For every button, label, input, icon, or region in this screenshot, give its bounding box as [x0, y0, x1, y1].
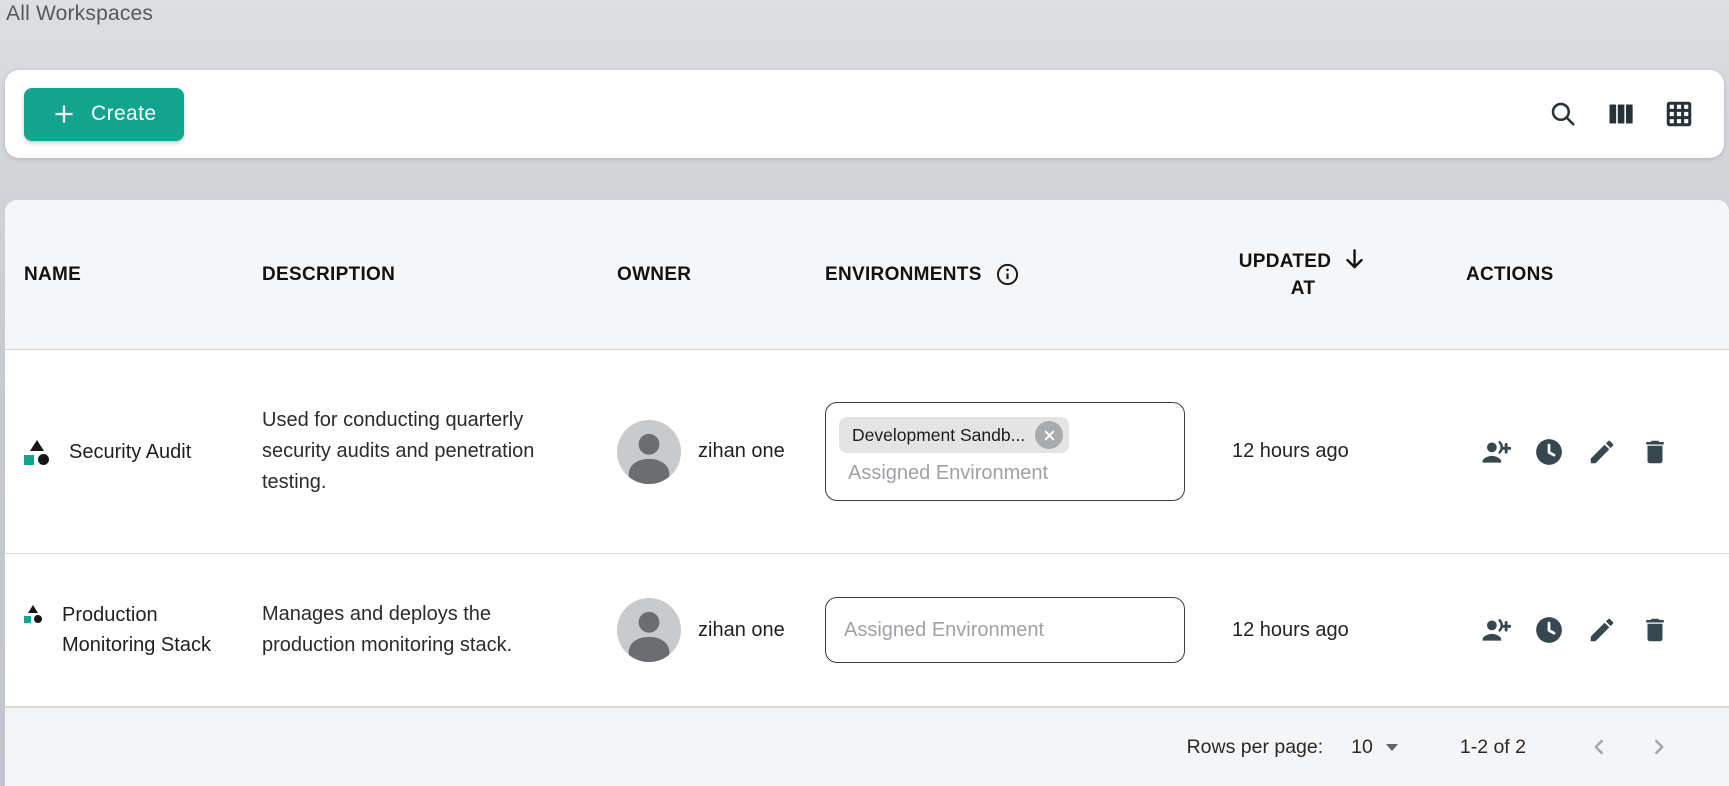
column-header-owner: OWNER [617, 264, 825, 286]
pagination-range-label: 1-2 of 2 [1460, 736, 1526, 759]
owner-cell: zihan one [617, 420, 825, 484]
environment-chip: Development Sandb... [839, 417, 1069, 453]
workspace-icon [24, 440, 49, 465]
rows-per-page-value: 10 [1351, 736, 1373, 759]
toolbar: Create [5, 70, 1724, 158]
owner-cell: zihan one [617, 598, 825, 662]
history-clock-icon[interactable] [1534, 437, 1564, 467]
environment-placeholder: Assigned Environment [839, 462, 1172, 485]
updated-at-value: 12 hours ago [1210, 619, 1440, 642]
workspaces-table: NAME DESCRIPTION OWNER ENVIRONMENTS UPDA… [5, 200, 1729, 786]
column-header-updated-at[interactable]: UPDATED AT [1239, 248, 1368, 302]
column-header-environments: ENVIRONMENTS [825, 262, 1210, 287]
workspace-icon [24, 605, 42, 623]
column-header-actions: ACTIONS [1440, 264, 1729, 286]
updated-header-line2: AT [1291, 275, 1316, 302]
delete-trash-icon[interactable] [1640, 437, 1670, 467]
owner-name: zihan one [698, 619, 785, 642]
table-row-production-monitoring-stack: Production Monitoring Stack Manages and … [5, 554, 1729, 707]
environments-cell: Assigned Environment [825, 597, 1210, 663]
rows-per-page-select[interactable]: 10 [1351, 736, 1398, 759]
search-icon[interactable] [1548, 99, 1578, 129]
edit-pencil-icon[interactable] [1587, 615, 1617, 645]
assigned-environment-select[interactable]: Development Sandb... Assigned Environmen… [825, 402, 1185, 501]
owner-avatar [617, 420, 681, 484]
person-add-icon[interactable] [1481, 437, 1511, 467]
person-add-icon[interactable] [1481, 615, 1511, 645]
row-actions [1440, 437, 1729, 467]
environment-chip-label: Development Sandb... [852, 425, 1025, 446]
workspace-description: Manages and deploys the production monit… [262, 599, 617, 661]
toolbar-icons [1548, 99, 1694, 129]
table-header-row: NAME DESCRIPTION OWNER ENVIRONMENTS UPDA… [5, 200, 1729, 350]
dropdown-caret-icon [1386, 744, 1398, 751]
workspace-name-cell: Production Monitoring Stack [24, 600, 262, 660]
column-header-description: DESCRIPTION [262, 264, 617, 286]
workspace-name: Security Audit [69, 437, 191, 467]
delete-trash-icon[interactable] [1640, 615, 1670, 645]
previous-page-icon[interactable] [1586, 734, 1612, 760]
chip-remove-icon[interactable] [1035, 421, 1063, 449]
environments-header-label: ENVIRONMENTS [825, 264, 982, 286]
table-row-security-audit: Security Audit Used for conducting quart… [5, 350, 1729, 554]
create-button[interactable]: Create [24, 88, 184, 141]
view-grid-icon[interactable] [1664, 99, 1694, 129]
workspace-name-cell: Security Audit [24, 437, 262, 467]
create-button-label: Create [91, 102, 156, 126]
column-header-name: NAME [24, 264, 262, 286]
sort-descending-arrow-icon [1341, 250, 1367, 272]
updated-header-line1: UPDATED [1239, 248, 1332, 275]
workspace-description: Used for conducting quarterly security a… [262, 405, 617, 498]
table-pagination-footer: Rows per page: 10 1-2 of 2 [5, 707, 1729, 786]
page-title: All Workspaces [6, 2, 153, 26]
row-actions [1440, 615, 1729, 645]
workspace-name: Production Monitoring Stack [62, 600, 250, 660]
edit-pencil-icon[interactable] [1587, 437, 1617, 467]
plus-icon [52, 102, 76, 126]
history-clock-icon[interactable] [1534, 615, 1564, 645]
assigned-environment-select[interactable]: Assigned Environment [825, 597, 1185, 663]
owner-avatar [617, 598, 681, 662]
rows-per-page-label: Rows per page: [1187, 736, 1324, 759]
updated-at-value: 12 hours ago [1210, 440, 1440, 463]
environments-cell: Development Sandb... Assigned Environmen… [825, 402, 1210, 501]
next-page-icon[interactable] [1646, 734, 1672, 760]
owner-name: zihan one [698, 440, 785, 463]
environment-placeholder: Assigned Environment [844, 619, 1044, 642]
view-columns-icon[interactable] [1606, 99, 1636, 129]
info-icon[interactable] [995, 262, 1020, 287]
